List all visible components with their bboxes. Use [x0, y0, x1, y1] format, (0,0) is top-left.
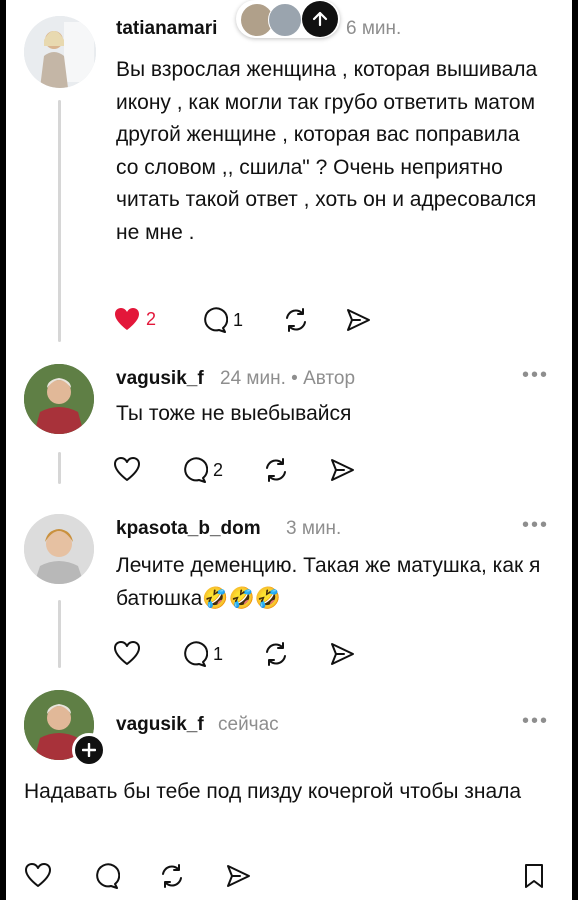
comment-icon	[184, 457, 208, 483]
avatar	[268, 3, 302, 37]
share-button[interactable]	[224, 862, 252, 890]
avatar[interactable]	[24, 364, 94, 434]
repost-icon	[286, 308, 306, 332]
send-icon	[227, 865, 250, 887]
share-button[interactable]	[344, 306, 372, 334]
username[interactable]: kpasota_b_dom	[116, 518, 261, 540]
scroll-up-button[interactable]	[302, 1, 338, 37]
repost-button[interactable]	[158, 862, 186, 890]
reply-count: 1	[213, 643, 224, 664]
send-icon	[347, 309, 370, 331]
reply-count: 2	[213, 459, 224, 480]
share-button[interactable]	[328, 456, 356, 484]
heart-icon	[114, 457, 140, 481]
like-button[interactable]: 2	[113, 306, 156, 332]
active-users-pill[interactable]	[236, 0, 340, 38]
timestamp: сейчас	[218, 714, 279, 735]
repost-icon	[266, 458, 286, 482]
thread-line	[58, 452, 61, 484]
repost-icon	[162, 864, 182, 888]
author-badge: • Автор	[291, 368, 356, 389]
more-options-button[interactable]: •••	[522, 514, 549, 537]
follow-plus-button[interactable]	[72, 733, 106, 767]
reply-button[interactable]: 2	[180, 456, 223, 484]
bookmark-button[interactable]	[522, 862, 546, 890]
username[interactable]: vagusik_f	[116, 368, 204, 390]
more-options-button[interactable]: •••	[522, 710, 549, 733]
timestamp-value: 24 мин.	[220, 368, 286, 389]
avatar[interactable]	[24, 16, 96, 88]
heart-filled-icon	[115, 308, 139, 330]
like-button[interactable]	[113, 456, 141, 482]
comment-text: Лечите деменцию. Такая же матушка, как я…	[116, 554, 541, 610]
repost-button[interactable]	[262, 640, 290, 668]
like-button[interactable]	[113, 640, 141, 666]
heart-icon	[25, 863, 51, 887]
like-count: 2	[146, 308, 157, 329]
timestamp: 3 мин.	[286, 518, 342, 539]
repost-button[interactable]	[282, 306, 310, 334]
send-icon	[331, 643, 354, 665]
timestamp: 24 мин. • Автор	[220, 368, 355, 390]
username[interactable]: vagusik_f	[116, 714, 204, 736]
like-button[interactable]	[24, 862, 52, 888]
screen-frame-left	[0, 0, 6, 900]
comment-text: Вы взрослая женщина , которая вышивала и…	[116, 58, 538, 244]
share-button[interactable]	[328, 640, 356, 668]
reply-button[interactable]: 1	[180, 640, 223, 668]
more-options-button[interactable]: •••	[522, 364, 549, 387]
repost-button[interactable]	[262, 456, 290, 484]
comment-icon	[184, 641, 208, 667]
comment-text: Надавать бы тебе под пизду кочергой чтоб…	[24, 780, 522, 803]
thread-line	[58, 100, 61, 342]
send-icon	[331, 459, 354, 481]
timestamp: 6 мин.	[346, 18, 402, 39]
repost-icon	[266, 642, 286, 666]
plus-icon	[82, 743, 96, 757]
bookmark-icon	[525, 864, 543, 888]
reply-button[interactable]	[92, 862, 120, 890]
heart-icon	[114, 641, 140, 665]
screen-frame-right	[572, 0, 578, 900]
reply-button[interactable]: 1	[200, 306, 243, 334]
comment-icon	[96, 863, 120, 889]
arrow-up-icon	[312, 11, 328, 27]
thread-line	[58, 600, 61, 668]
comment-text: Ты тоже не выебывайся	[116, 402, 352, 425]
avatar[interactable]	[24, 514, 94, 584]
username[interactable]: tatianamari	[116, 18, 217, 40]
reply-count: 1	[233, 309, 244, 330]
comment-icon	[204, 307, 228, 333]
